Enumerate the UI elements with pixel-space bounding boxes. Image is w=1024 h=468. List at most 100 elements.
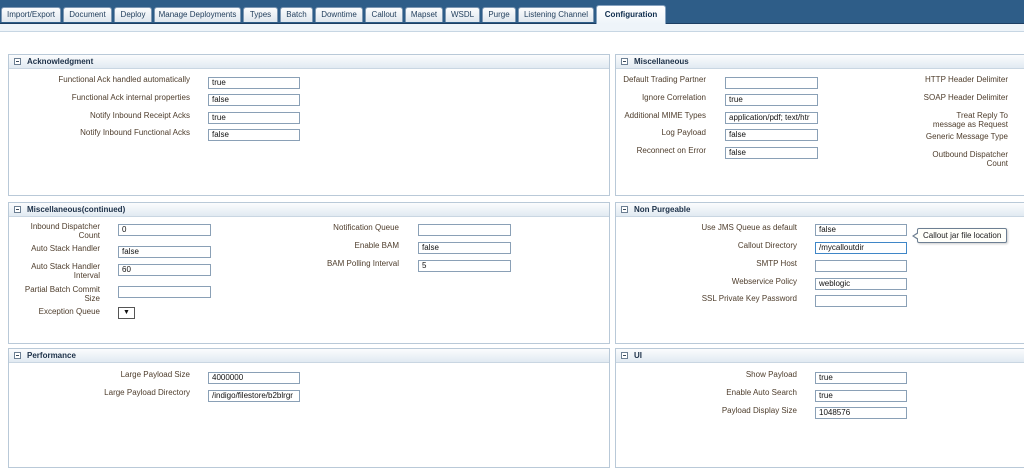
ignore-correlation-label: Ignore Correlation <box>641 93 706 102</box>
tab-manage-deployments[interactable]: Manage Deployments <box>154 7 241 22</box>
large-payload-dir-field[interactable]: /indigo/filestore/b2blrgr <box>208 390 300 402</box>
functional-ack-auto-field[interactable]: true <box>208 77 300 89</box>
tab-bar: Import/Export Document Deploy Manage Dep… <box>0 0 1024 24</box>
log-payload-field[interactable]: false <box>725 129 818 141</box>
callout-directory-field[interactable]: /mycalloutdir <box>815 242 907 254</box>
notify-functional-field[interactable]: false <box>208 129 300 141</box>
smtp-host-label: SMTP Host <box>756 259 797 268</box>
tab-document[interactable]: Document <box>63 7 112 22</box>
tab-types[interactable]: Types <box>243 7 278 22</box>
http-header-label: HTTP Header Delimiter <box>925 75 1008 84</box>
ui-panel: UI Show Payload true Enable Auto Search … <box>615 348 1024 468</box>
collapse-icon[interactable] <box>621 206 628 213</box>
panel-title: UI <box>634 351 642 360</box>
acknowledgment-header[interactable]: Acknowledgment <box>9 55 609 69</box>
panel-title: Acknowledgment <box>27 57 94 66</box>
show-payload-label: Show Payload <box>745 370 797 379</box>
enable-bam-field[interactable]: false <box>418 242 511 254</box>
soap-header-label: SOAP Header Delimiter <box>923 93 1008 102</box>
default-partner-field[interactable] <box>725 77 818 89</box>
notification-queue-field[interactable] <box>418 224 511 236</box>
collapse-icon[interactable] <box>621 352 628 359</box>
collapse-icon[interactable] <box>14 206 21 213</box>
miscellaneous-header[interactable]: Miscellaneous <box>616 55 1024 69</box>
exception-queue-label: Exception Queue <box>38 307 100 316</box>
auto-stack-interval-label-line1: Auto Stack Handler <box>31 262 100 271</box>
webservice-policy-label: Webservice Policy <box>731 277 797 286</box>
tab-callout[interactable]: Callout <box>365 7 403 22</box>
tab-deploy[interactable]: Deploy <box>114 7 152 22</box>
large-payload-size-field[interactable]: 4000000 <box>208 372 300 384</box>
mime-types-label: Additional MIME Types <box>624 111 706 120</box>
show-payload-field[interactable]: true <box>815 372 907 384</box>
generic-type-label: Generic Message Type <box>925 132 1008 141</box>
functional-ack-auto-label: Functional Ack handled automatically <box>58 75 190 84</box>
tab-purge[interactable]: Purge <box>482 7 516 22</box>
performance-header[interactable]: Performance <box>9 349 609 363</box>
misc-continued-header[interactable]: Miscellaneous(continued) <box>9 203 609 217</box>
enable-bam-label: Enable BAM <box>354 241 399 250</box>
webservice-policy-field[interactable]: weblogic <box>815 278 907 290</box>
performance-panel: Performance Large Payload Size 4000000 L… <box>8 348 610 468</box>
ui-header[interactable]: UI <box>616 349 1024 363</box>
tab-import-export[interactable]: Import/Export <box>1 7 61 22</box>
outbound-count-label-line1: Outbound Dispatcher <box>932 150 1008 159</box>
auto-search-field[interactable]: true <box>815 390 907 402</box>
exception-queue-dropdown[interactable]: ▼ <box>118 307 135 319</box>
reconnect-field[interactable]: false <box>725 147 818 159</box>
tab-batch[interactable]: Batch <box>280 7 313 22</box>
miscellaneous-panel: Miscellaneous Default Trading Partner Ig… <box>615 54 1024 196</box>
smtp-host-field[interactable] <box>815 260 907 272</box>
auto-stack-field[interactable]: false <box>118 246 211 258</box>
treat-reply-label-line2: message as Request <box>932 120 1008 129</box>
tab-downtime[interactable]: Downtime <box>315 7 363 22</box>
misc-continued-panel: Miscellaneous(continued) Inbound Dispatc… <box>8 202 610 344</box>
non-purgeable-panel: Non Purgeable Use JMS Queue as default f… <box>615 202 1024 344</box>
bam-polling-field[interactable]: 5 <box>418 260 511 272</box>
reconnect-label: Reconnect on Error <box>636 146 706 155</box>
acknowledgment-panel: Acknowledgment Functional Ack handled au… <box>8 54 610 196</box>
inbound-count-field[interactable]: 0 <box>118 224 211 236</box>
large-payload-size-label: Large Payload Size <box>120 370 190 379</box>
tab-wsdl[interactable]: WSDL <box>445 7 480 22</box>
collapse-icon[interactable] <box>14 58 21 65</box>
tab-configuration[interactable]: Configuration <box>596 5 666 24</box>
jms-queue-field[interactable]: false <box>815 224 907 236</box>
notify-receipt-label: Notify Inbound Receipt Acks <box>89 111 190 120</box>
ssl-password-field[interactable] <box>815 295 907 307</box>
panel-title: Miscellaneous <box>634 57 689 66</box>
tab-content-strip <box>0 24 1024 32</box>
auto-stack-interval-label-line2: Interval <box>73 271 100 280</box>
partial-batch-label-line1: Partial Batch Commit <box>24 285 100 294</box>
auto-search-label: Enable Auto Search <box>726 388 797 397</box>
inbound-count-label-line2: Count <box>78 231 100 240</box>
auto-stack-interval-field[interactable]: 60 <box>118 264 211 276</box>
outbound-count-label-line2: Count <box>986 159 1008 168</box>
display-size-label: Payload Display Size <box>721 406 797 415</box>
partial-batch-field[interactable] <box>118 286 211 298</box>
functional-ack-internal-label: Functional Ack internal properties <box>71 93 190 102</box>
tab-listening-channel[interactable]: Listening Channel <box>518 7 594 22</box>
panel-title: Non Purgeable <box>634 205 691 214</box>
non-purgeable-header[interactable]: Non Purgeable <box>616 203 1024 217</box>
notification-queue-label: Notification Queue <box>333 223 399 232</box>
tab-mapset[interactable]: Mapset <box>405 7 443 22</box>
notify-receipt-field[interactable]: true <box>208 112 300 124</box>
collapse-icon[interactable] <box>621 58 628 65</box>
callout-directory-label: Callout Directory <box>737 241 797 250</box>
default-partner-label: Default Trading Partner <box>623 75 706 84</box>
callout-directory-tooltip: Callout jar file location <box>911 228 1008 243</box>
collapse-icon[interactable] <box>14 352 21 359</box>
inbound-count-label-line1: Inbound Dispatcher <box>30 222 100 231</box>
panel-title: Performance <box>27 351 76 360</box>
notify-functional-label: Notify Inbound Functional Acks <box>80 128 190 137</box>
ignore-correlation-field[interactable]: true <box>725 94 818 106</box>
treat-reply-label-line1: Treat Reply To <box>956 111 1008 120</box>
display-size-field[interactable]: 1048576 <box>815 407 907 419</box>
partial-batch-label-line2: Size <box>84 294 100 303</box>
functional-ack-internal-field[interactable]: false <box>208 94 300 106</box>
mime-types-field[interactable]: application/pdf; text/htr <box>725 112 818 124</box>
jms-queue-label: Use JMS Queue as default <box>701 223 797 232</box>
large-payload-dir-label: Large Payload Directory <box>104 388 190 397</box>
auto-stack-label: Auto Stack Handler <box>31 244 100 253</box>
